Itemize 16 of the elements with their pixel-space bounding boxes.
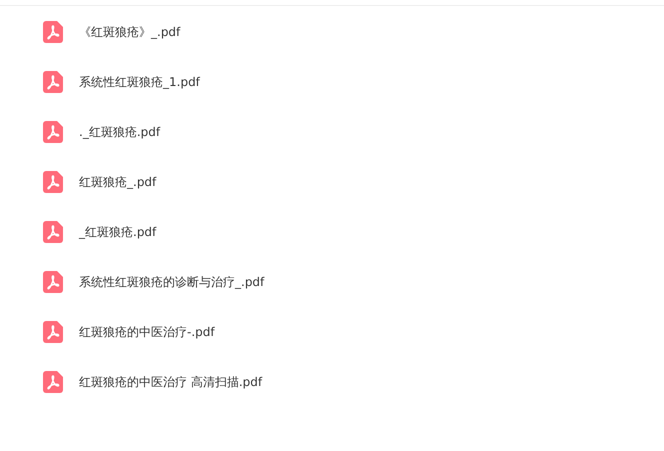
pdf-file-icon bbox=[43, 71, 63, 93]
file-name[interactable]: 红斑狼疮_.pdf bbox=[79, 173, 156, 191]
pdf-file-icon bbox=[43, 21, 63, 43]
file-name[interactable]: 红斑狼疮的中医治疗 高清扫描.pdf bbox=[79, 373, 262, 391]
file-name[interactable]: _红斑狼疮.pdf bbox=[79, 223, 156, 241]
pdf-file-icon bbox=[43, 271, 63, 293]
file-name[interactable]: 系统性红斑狼疮_1.pdf bbox=[79, 73, 200, 91]
file-name[interactable]: 系统性红斑狼疮的诊断与治疗_.pdf bbox=[79, 273, 264, 291]
pdf-file-icon bbox=[43, 321, 63, 343]
pdf-file-icon bbox=[43, 171, 63, 193]
pdf-file-icon bbox=[43, 221, 63, 243]
file-name[interactable]: 《红斑狼疮》_.pdf bbox=[79, 23, 180, 41]
pdf-file-icon bbox=[43, 371, 63, 393]
file-name[interactable]: ._红斑狼疮.pdf bbox=[79, 123, 160, 141]
pdf-file-icon bbox=[43, 121, 63, 143]
file-name[interactable]: 红斑狼疮的中医治疗-.pdf bbox=[79, 323, 215, 341]
